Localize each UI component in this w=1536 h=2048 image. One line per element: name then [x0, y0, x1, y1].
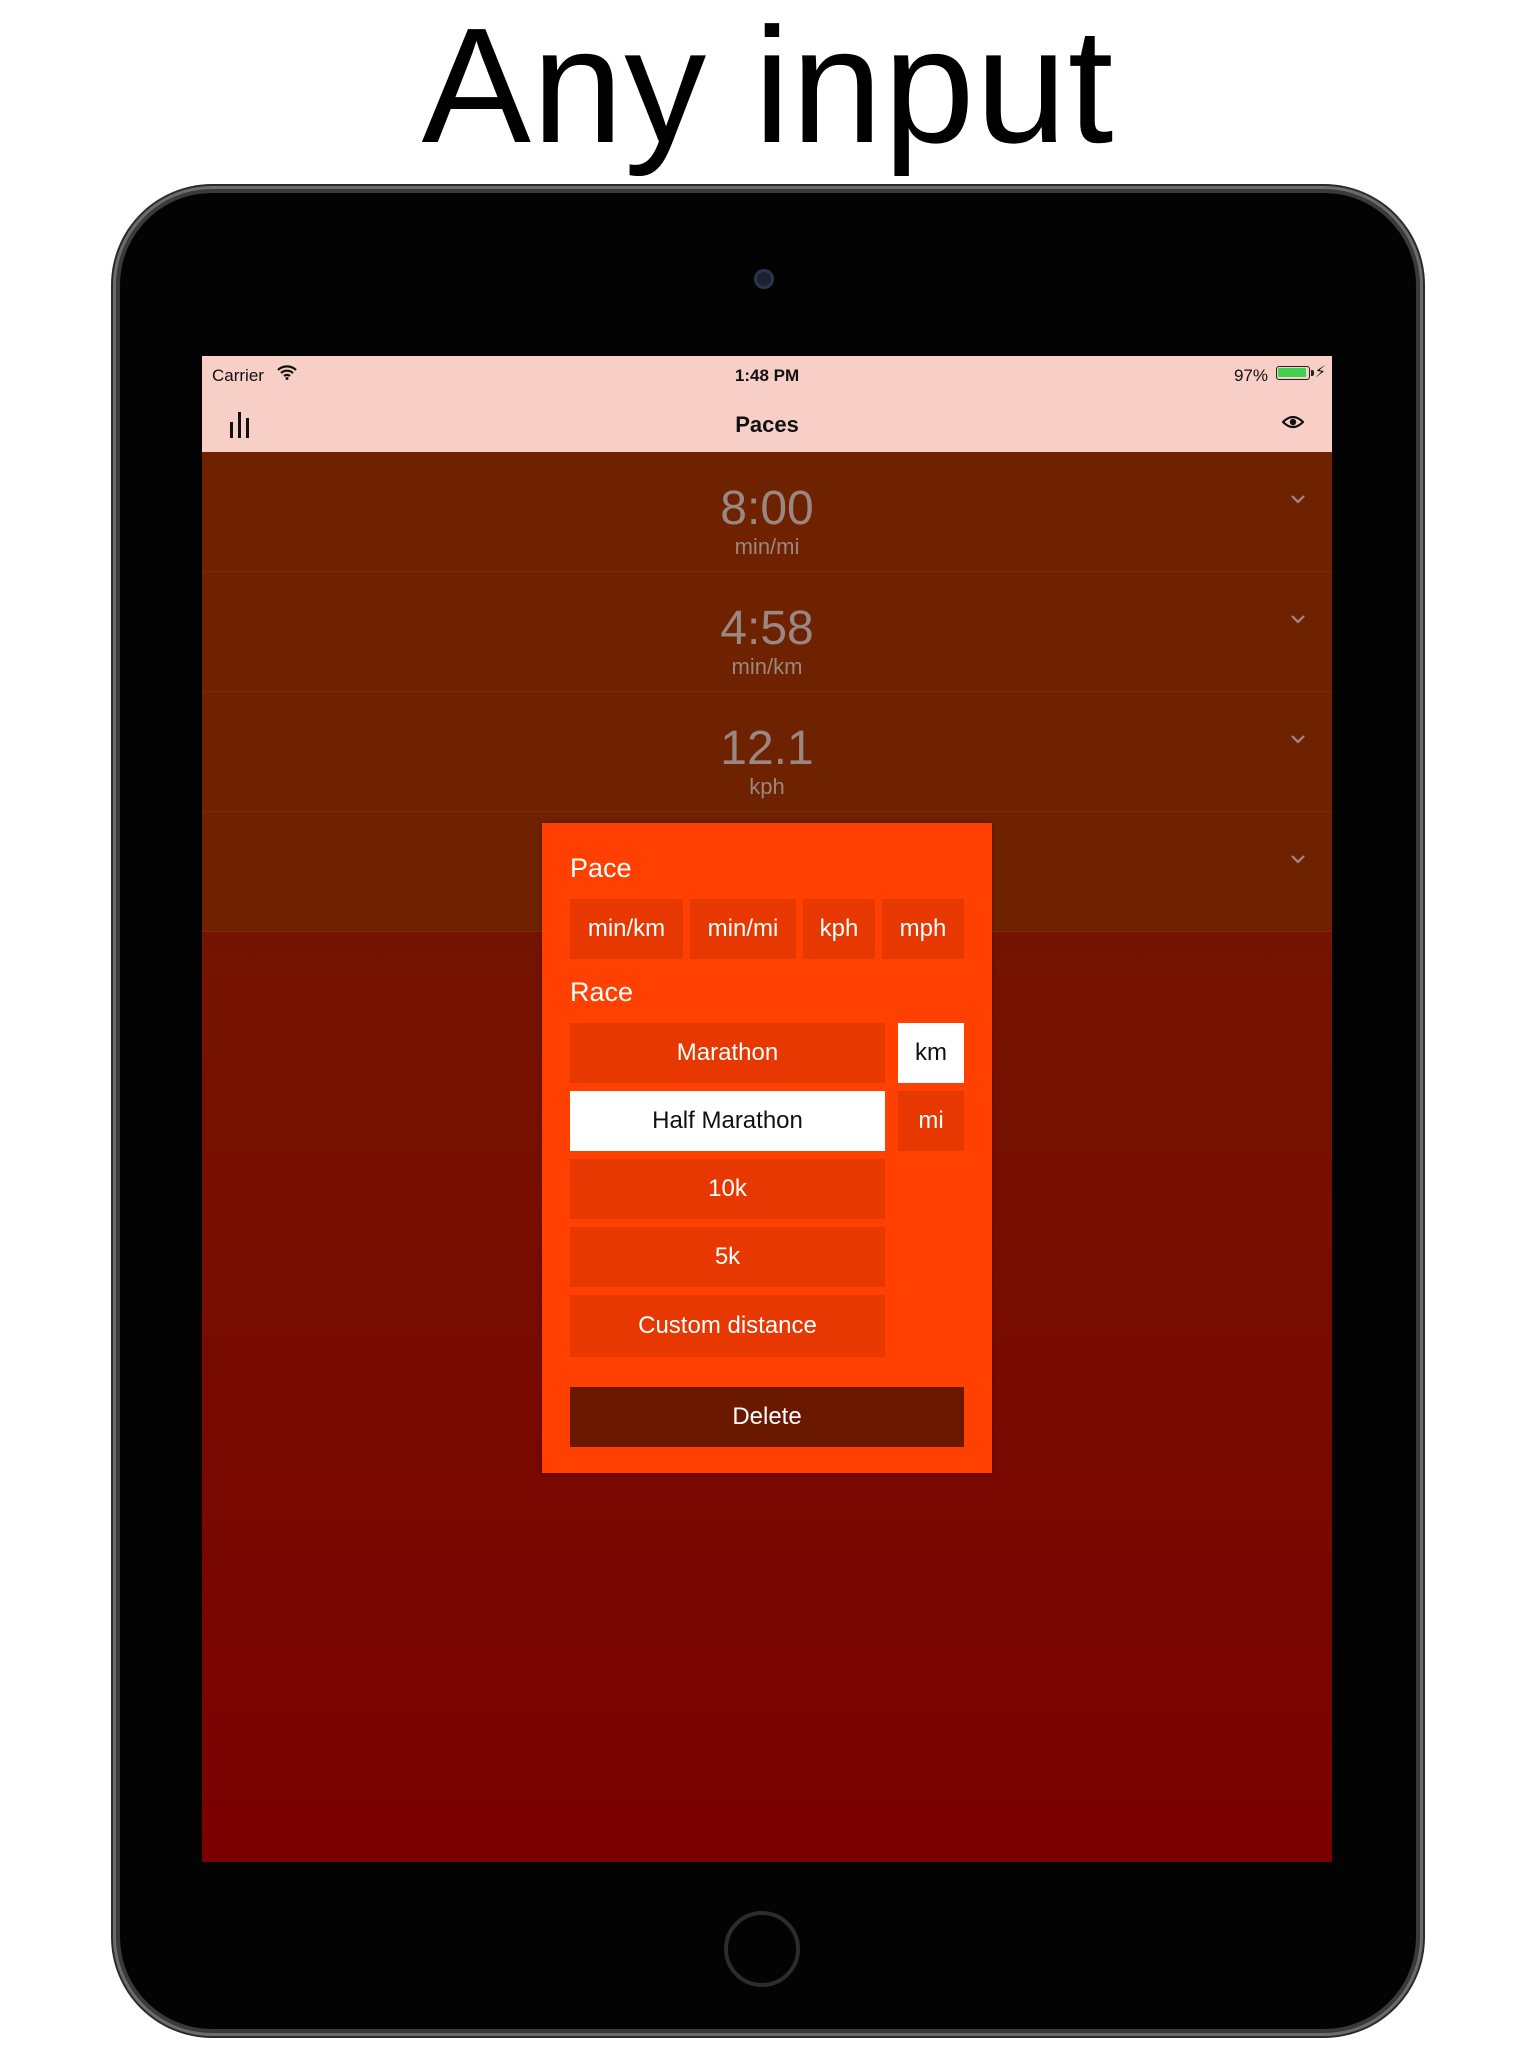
- home-button[interactable]: [724, 1911, 800, 1987]
- pace-unit: min/km: [731, 654, 803, 679]
- pace-mph-button[interactable]: mph: [882, 899, 964, 959]
- battery-percent: 97%: [1233, 366, 1268, 385]
- race-half-marathon-button[interactable]: Half Marathon: [570, 1091, 885, 1151]
- battery-icon: [1276, 366, 1314, 380]
- race-10k-button[interactable]: 10k: [570, 1159, 885, 1219]
- race-section-title: Race: [570, 977, 634, 1007]
- navigation-bar: Paces: [202, 396, 1332, 453]
- pace-value[interactable]: 8:00: [202, 482, 1332, 536]
- race-custom-distance-button[interactable]: Custom distance: [570, 1295, 885, 1357]
- unit-km-button[interactable]: km: [898, 1023, 964, 1083]
- pace-row-min-km[interactable]: 4:58 min/km: [202, 572, 1332, 692]
- pace-min-km-button[interactable]: min/km: [570, 899, 683, 959]
- pace-row-kph[interactable]: 12.1 kph: [202, 692, 1332, 812]
- chevron-down-icon[interactable]: [1288, 732, 1308, 746]
- app-screen: Carrier 1:48 PM 97% ⚡ Paces 8:00 min/mi …: [202, 356, 1332, 1862]
- page-title: Paces: [735, 412, 799, 437]
- pace-unit: min/mi: [734, 534, 800, 559]
- race-marathon-button[interactable]: Marathon: [570, 1023, 885, 1083]
- chevron-down-icon[interactable]: [1288, 492, 1308, 506]
- chevron-down-icon[interactable]: [1288, 852, 1308, 866]
- tablet-frame: Carrier 1:48 PM 97% ⚡ Paces 8:00 min/mi …: [120, 193, 1416, 2029]
- input-type-popover: Pace min/km min/mi kph mph Race Marathon…: [542, 823, 992, 1473]
- eye-icon[interactable]: [1281, 414, 1305, 430]
- pace-unit: kph: [749, 774, 785, 799]
- camera: [754, 269, 774, 289]
- delete-button[interactable]: Delete: [570, 1387, 964, 1447]
- headline: Any input: [421, 0, 1115, 177]
- pace-kph-button[interactable]: kph: [803, 899, 875, 959]
- status-bar: Carrier 1:48 PM 97% ⚡: [202, 356, 1332, 396]
- pace-value[interactable]: 4:58: [202, 602, 1332, 656]
- pace-min-mi-button[interactable]: min/mi: [690, 899, 796, 959]
- unit-mi-button[interactable]: mi: [898, 1091, 964, 1151]
- pace-section-title: Pace: [570, 853, 632, 883]
- pace-row-min-mi[interactable]: 8:00 min/mi: [202, 452, 1332, 572]
- chevron-down-icon[interactable]: [1288, 612, 1308, 626]
- charging-icon: ⚡: [1314, 364, 1326, 381]
- status-time: 1:48 PM: [734, 366, 800, 385]
- race-5k-button[interactable]: 5k: [570, 1227, 885, 1287]
- pace-value[interactable]: 12.1: [202, 722, 1332, 776]
- battery-fill: [1278, 368, 1306, 377]
